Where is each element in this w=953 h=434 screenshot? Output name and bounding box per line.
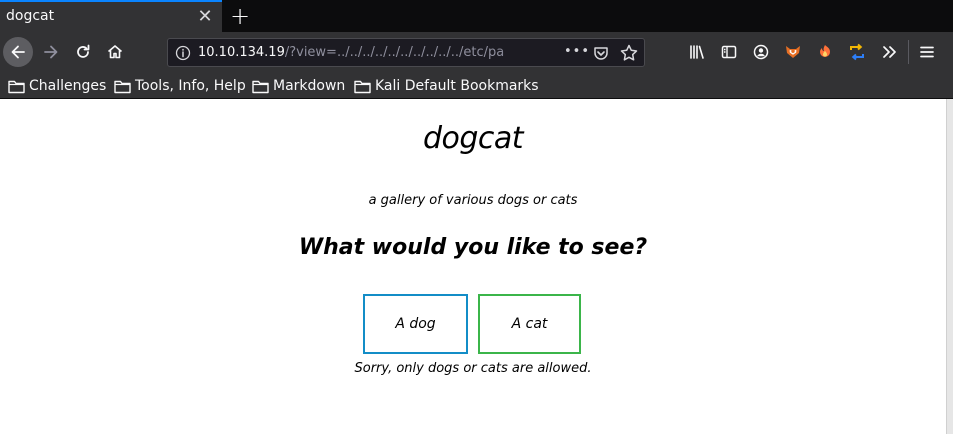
bookmark-folder-kali[interactable]: Kali Default Bookmarks (354, 76, 539, 96)
back-button[interactable] (3, 37, 33, 67)
menu-icon[interactable] (917, 42, 937, 62)
pocket-icon[interactable] (592, 44, 610, 62)
navigation-toolbar: 10.10.134.19/?view=../../../../../../../… (0, 32, 953, 72)
folder-icon (8, 80, 25, 93)
fox-extension-icon[interactable] (783, 42, 803, 62)
home-icon (107, 45, 123, 59)
cat-button[interactable]: A cat (478, 294, 581, 354)
page-question: What would you like to see? (298, 235, 648, 260)
bookmark-label: Markdown (273, 78, 346, 94)
page-subtitle: a gallery of various dogs or cats (368, 193, 578, 208)
tab-dogcat[interactable]: dogcat ✕ (0, 0, 222, 32)
bookmark-label: Kali Default Bookmarks (375, 78, 539, 94)
info-icon[interactable] (175, 45, 191, 61)
url-path: /?view=../../../../../../../../../../etc… (284, 45, 505, 60)
forward-button[interactable] (36, 37, 66, 67)
address-bar[interactable]: 10.10.134.19/?view=../../../../../../../… (167, 38, 645, 67)
library-icon[interactable] (687, 42, 707, 62)
back-arrow-icon (11, 45, 25, 59)
bookmark-folder-tools[interactable]: Tools, Info, Help (114, 76, 246, 96)
bookmark-star-icon[interactable] (619, 43, 639, 63)
page-actions-button[interactable]: ••• (564, 42, 589, 64)
reload-icon (77, 44, 90, 58)
tab-title: dogcat (6, 8, 55, 24)
forward-arrow-icon (44, 45, 58, 59)
toolbar-separator (908, 40, 909, 64)
switch-extension-icon[interactable] (847, 42, 867, 62)
url-host: 10.10.134.19 (198, 45, 285, 60)
page-edge (946, 99, 953, 434)
page-content: dogcat a gallery of various dogs or cats… (0, 99, 946, 434)
folder-icon (252, 80, 269, 93)
firefox-extension-icon[interactable] (815, 42, 835, 62)
error-message: Sorry, only dogs or cats are allowed. (354, 361, 592, 376)
folder-icon (354, 80, 371, 93)
home-button[interactable] (100, 37, 130, 67)
folder-icon (114, 80, 131, 93)
dog-button[interactable]: A dog (363, 294, 468, 354)
bookmark-label: Challenges (29, 78, 107, 94)
bookmarks-toolbar: Challenges Tools, Info, Help Markdown Ka… (0, 72, 953, 99)
page-title: dogcat (422, 121, 524, 156)
sidebar-icon[interactable] (719, 42, 739, 62)
close-icon[interactable]: ✕ (195, 7, 215, 27)
tab-strip: dogcat ✕ + (0, 0, 953, 32)
overflow-icon[interactable] (879, 42, 899, 62)
bookmark-folder-markdown[interactable]: Markdown (252, 76, 345, 96)
bookmark-label: Tools, Info, Help (135, 78, 246, 94)
account-icon[interactable] (751, 42, 771, 62)
url-fade (498, 41, 558, 65)
reload-button[interactable] (68, 37, 98, 67)
bookmark-folder-challenges[interactable]: Challenges (8, 76, 106, 96)
new-tab-button[interactable]: + (229, 3, 251, 29)
